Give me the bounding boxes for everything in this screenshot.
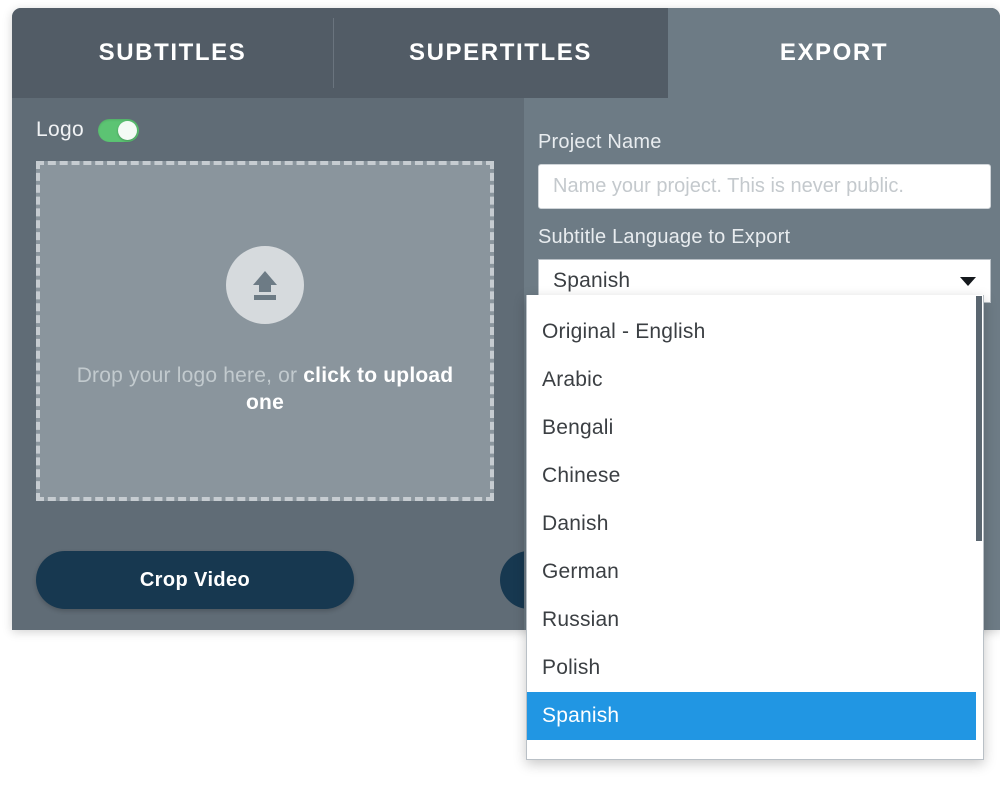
dropdown-option-label: Chinese	[542, 464, 621, 487]
logo-dropzone[interactable]: Drop your logo here, or click to upload …	[36, 161, 494, 501]
dropdown-option[interactable]: Polish	[527, 644, 983, 692]
dropdown-option[interactable]: Spanish	[527, 692, 983, 740]
dropdown-option[interactable]: Danish	[527, 500, 983, 548]
dropdown-option-label: Bengali	[542, 416, 614, 439]
logo-panel: Logo Drop your logo here, or click to up…	[12, 98, 818, 630]
dropdown-option-label: Arabic	[542, 368, 603, 391]
project-name-input[interactable]	[538, 164, 991, 209]
dropdown-option[interactable]: Bengali	[527, 404, 983, 452]
project-name-label: Project Name	[538, 131, 662, 153]
dropdown-option[interactable]: Original - English	[527, 308, 983, 356]
dropdown-option-label: Danish	[542, 512, 609, 535]
tab-export-label: EXPORT	[779, 39, 889, 66]
chevron-down-icon	[960, 276, 976, 286]
upload-icon	[226, 246, 304, 324]
tab-subtitles[interactable]: SUBTITLES	[12, 8, 333, 98]
dropdown-option[interactable]: Chinese	[527, 452, 983, 500]
subtitle-language-label: Subtitle Language to Export	[538, 226, 791, 248]
dropzone-text: Drop your logo here, or click to upload …	[65, 362, 465, 416]
dropdown-option[interactable]: Arabic	[527, 356, 983, 404]
tab-supertitles[interactable]: SUPERTITLES	[333, 8, 668, 98]
tab-bar: SUBTITLES SUPERTITLES EXPORT	[12, 8, 1000, 98]
dropdown-option-label: Polish	[542, 656, 601, 679]
crop-video-button-label: Crop Video	[139, 568, 251, 591]
logo-label: Logo	[36, 118, 84, 141]
dropdown-scrollbar-track[interactable]	[976, 295, 983, 759]
dropzone-text-normal: Drop your logo here, or	[76, 364, 304, 387]
crop-video-button[interactable]: Crop Video	[36, 551, 354, 609]
tab-subtitles-label: SUBTITLES	[98, 39, 247, 66]
tab-export[interactable]: EXPORT	[668, 8, 1000, 98]
dropdown-option[interactable]: German	[527, 548, 983, 596]
dropdown-option[interactable]: Russian	[527, 596, 983, 644]
subtitle-language-selected-value: Spanish	[553, 269, 631, 292]
dropdown-option-label: Spanish	[542, 704, 620, 727]
app-root: SUBTITLES SUPERTITLES EXPORT Logo Drop y…	[0, 0, 1000, 797]
toggle-knob	[117, 120, 137, 140]
dropdown-option-list: Original - English Arabic Bengali Chinese Da…	[527, 295, 983, 740]
tab-supertitles-label: SUPERTITLES	[409, 39, 592, 66]
logo-toggle-switch[interactable]	[97, 118, 139, 142]
logo-toggle-row: Logo	[36, 118, 139, 142]
subtitle-language-dropdown[interactable]: Original - English Arabic Bengali Chinese Da…	[526, 295, 984, 760]
dropdown-option-label: Russian	[542, 608, 620, 631]
dropdown-option-label: German	[542, 560, 620, 583]
dropdown-scrollbar-thumb[interactable]	[976, 296, 982, 541]
dropdown-option-label: Original - English	[542, 320, 706, 343]
